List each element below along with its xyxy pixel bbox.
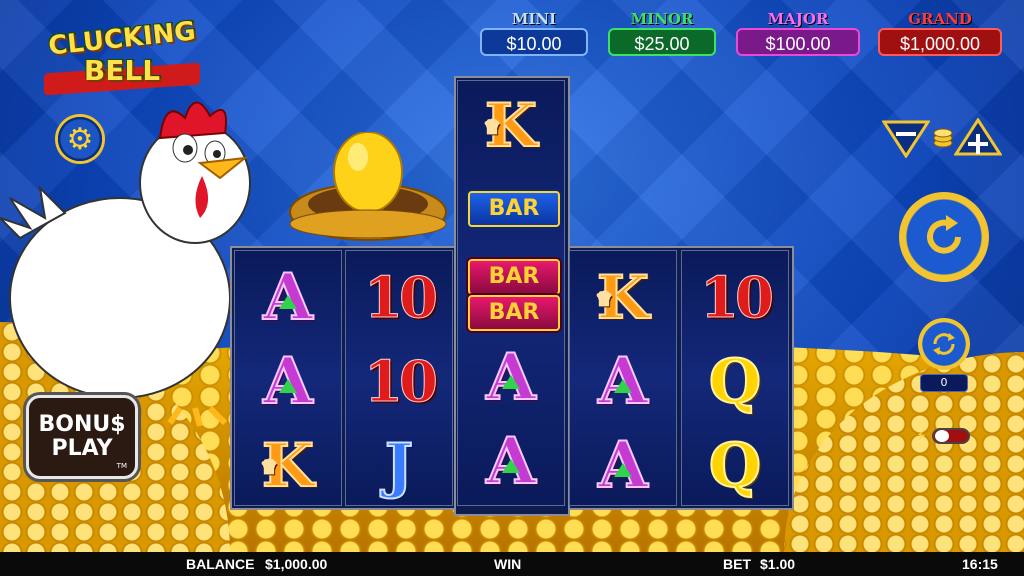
jackpot-major-label: MAJOR [767,10,829,28]
symbol-queen: Q [708,346,762,418]
crown-icon: ♛ [595,288,613,311]
jackpot-mini: MINI $10.00 [480,10,588,56]
symbol-ace: A [262,344,314,419]
symbol-bar-pink: BAR [468,295,560,331]
symbol-ace: A [262,260,314,335]
jackpot-grand-value: $1,000.00 [878,28,1002,56]
turbo-switch[interactable] [932,428,970,444]
symbol-bar-pink: BAR [468,259,560,295]
symbol-king: ♛ K [260,430,315,502]
symbol-ace: A [485,340,537,415]
jackpot-bar: MINI $10.00 MINOR $25.00 MAJOR $100.00 G… [0,10,1024,60]
jackpot-grand-label: GRAND [908,10,972,28]
reel-4: ♛ K A A [569,250,677,506]
jackpot-grand: GRAND $1,000.00 [878,10,1002,56]
jackpot-minor: MINOR $25.00 [608,10,716,56]
symbol-jack: J [384,430,414,502]
reel-1: A A ♛ K [234,250,342,506]
autoplay-button[interactable] [918,318,970,370]
status-bar: BALANCE $1,000.00 WIN BET $1.00 16:15 [0,552,1024,576]
bet-increase-button[interactable] [954,118,1002,158]
bonus-play-line2: PLAY [51,436,113,461]
jackpot-minor-label: MINOR [630,10,694,28]
reel-2: 10 10 J [345,250,453,506]
reel-3: ♛ K BAR BAR BAR A A [457,80,565,506]
coin-stack-icon [933,128,953,148]
symbol-queen: Q [708,430,762,502]
jackpot-major: MAJOR $100.00 [736,10,860,56]
golden-egg-nest [289,132,447,241]
jackpot-mini-label: MINI [511,10,557,28]
balance-value: $1,000.00 [265,556,328,572]
symbol-ten: 10 [364,265,439,332]
jackpot-mini-value: $10.00 [480,28,588,56]
plus-icon [976,134,980,154]
symbol-bar-blue: BAR [468,191,560,227]
crown-icon: ♛ [483,116,501,139]
bonus-play-line1: BONU$ [38,412,126,437]
spin-button[interactable] [899,192,989,282]
trademark-mark: TM [116,462,127,470]
jackpot-major-value: $100.00 [736,28,860,56]
autoplay-count: 0 [920,374,968,392]
bet-decrease-button[interactable] [882,118,930,158]
autoplay-icon [933,333,955,355]
spin-arrow-icon [927,215,961,254]
reel-5: 10 Q Q [681,250,789,506]
jackpot-minor-value: $25.00 [608,28,716,56]
crown-icon: ♛ [260,456,278,479]
symbol-ace: A [485,424,537,499]
symbol-ten: 10 [700,265,775,332]
clock: 16:15 [962,556,998,572]
turbo-toggle[interactable]: ⚡ [916,426,972,446]
win-label: WIN [494,556,522,572]
minus-icon [896,132,916,136]
symbol-ace: A [597,344,649,419]
balance-label: BALANCE [186,556,255,572]
symbol-king: ♛ K [483,90,538,162]
symbol-king: ♛ K [595,262,650,334]
symbol-ten: 10 [364,349,439,416]
turbo-switch-knob [935,430,949,442]
bet-value: $1.00 [760,556,796,572]
symbol-ace: A [597,428,649,503]
bonus-play-button[interactable]: BONU$ PLAY TM [26,395,138,479]
lightning-icon: ⚡ [916,426,928,445]
bet-label: BET [723,556,751,572]
